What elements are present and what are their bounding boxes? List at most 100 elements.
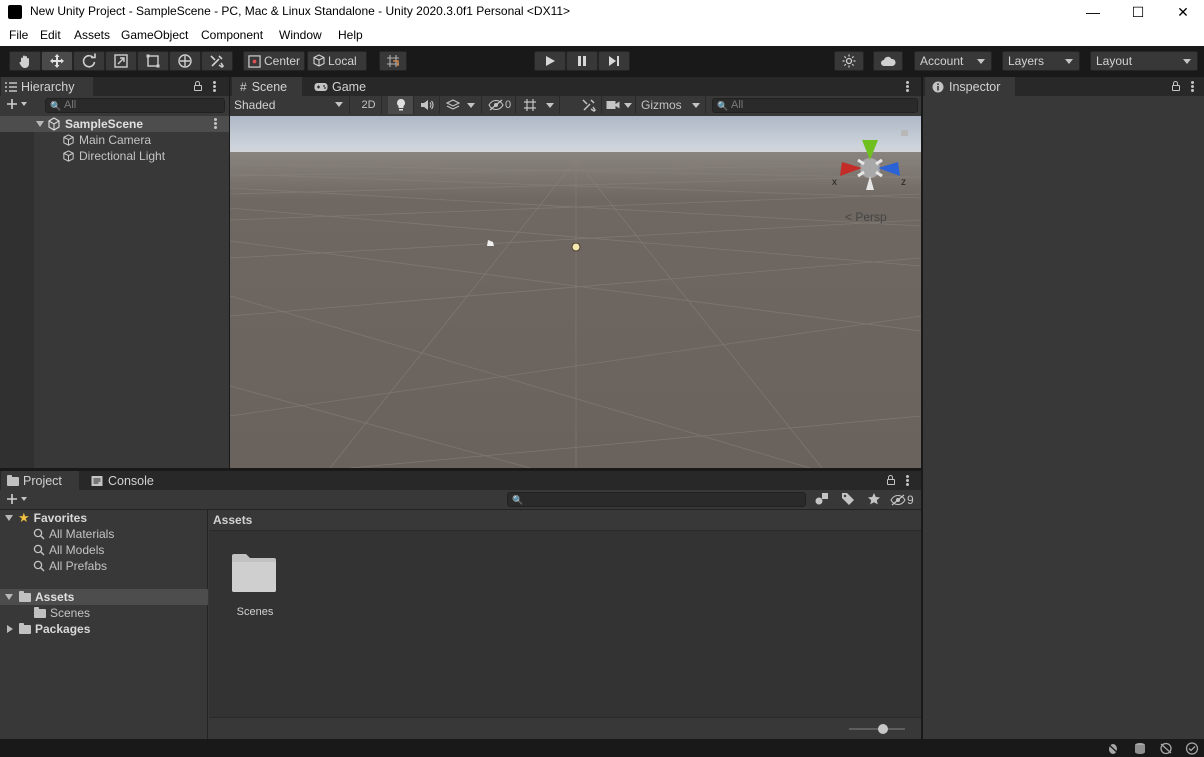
expand-arrow-icon[interactable] xyxy=(36,121,44,127)
scene-search-input[interactable]: 🔍 All xyxy=(712,98,918,113)
search-by-type-button[interactable] xyxy=(811,491,833,508)
breadcrumb[interactable]: Assets xyxy=(213,513,252,527)
tab-project[interactable]: Project xyxy=(1,471,79,490)
axis-z-label: z xyxy=(901,177,906,188)
rotate-tool-button[interactable] xyxy=(73,51,105,71)
kebab-menu-icon[interactable] xyxy=(213,81,216,92)
assets-root-row[interactable]: Assets xyxy=(0,589,208,605)
hand-tool-button[interactable] xyxy=(9,51,41,71)
transform-tool-button[interactable] xyxy=(169,51,201,71)
hierarchy-create-button[interactable] xyxy=(6,97,36,114)
menu-help[interactable]: Help xyxy=(338,28,363,42)
scene-row[interactable]: SampleScene xyxy=(0,116,229,132)
project-create-button[interactable] xyxy=(6,492,36,508)
menu-window[interactable]: Window xyxy=(279,28,322,42)
menu-file[interactable]: File xyxy=(9,28,28,42)
network-icon[interactable] xyxy=(1159,742,1173,755)
folder-scenes-row[interactable]: Scenes xyxy=(0,605,208,621)
scene-kebab-icon[interactable] xyxy=(906,81,909,92)
effects-dropdown[interactable] xyxy=(440,96,482,114)
pivot-center-button[interactable]: Center xyxy=(243,51,305,71)
tab-game[interactable]: Game xyxy=(308,77,374,96)
custom-tool-button[interactable] xyxy=(201,51,233,71)
check-circle-icon[interactable] xyxy=(1185,742,1199,755)
toggle-2d-button[interactable]: 2D xyxy=(356,96,382,114)
packages-row[interactable]: Packages xyxy=(0,621,208,637)
search-icon xyxy=(33,528,45,540)
scale-icon xyxy=(114,54,128,68)
maximize-icon: ☐ xyxy=(1131,3,1145,20)
expand-arrow-icon[interactable] xyxy=(5,594,13,600)
space-local-button[interactable]: Local xyxy=(307,51,367,71)
hierarchy-item-directional-light[interactable]: Directional Light xyxy=(0,148,229,164)
lock-icon[interactable] xyxy=(194,81,202,91)
bug-icon[interactable] xyxy=(1106,742,1120,755)
scene-viewport[interactable]: x z < Persp xyxy=(230,116,921,468)
move-tool-button[interactable] xyxy=(41,51,73,71)
kebab-menu-icon[interactable] xyxy=(906,475,909,486)
scene-name: SampleScene xyxy=(65,117,144,131)
account-dropdown[interactable]: Account xyxy=(914,51,992,71)
collapsed-arrow-icon[interactable] xyxy=(7,625,13,633)
rect-tool-button[interactable] xyxy=(137,51,169,71)
lighting-toggle[interactable] xyxy=(388,96,414,114)
hierarchy-search-placeholder: All xyxy=(64,99,77,111)
favorite-item[interactable]: All Materials xyxy=(0,526,208,542)
scene-visibility-toggle[interactable]: 0 xyxy=(484,96,516,114)
hierarchy-search-input[interactable]: 🔍 All xyxy=(45,98,225,113)
eye-hidden-icon xyxy=(488,99,504,111)
search-icon: 🔍 xyxy=(717,101,729,111)
inspector-panel xyxy=(923,77,1204,739)
audio-toggle[interactable] xyxy=(414,96,440,114)
folder-icon xyxy=(19,622,35,634)
menu-component[interactable]: Component xyxy=(201,28,263,42)
search-by-label-button[interactable] xyxy=(837,491,859,508)
favorite-item[interactable]: All Prefabs xyxy=(0,558,208,574)
scene-tab-label: Scene xyxy=(251,79,288,94)
menu-assets[interactable]: Assets xyxy=(74,28,110,42)
favorite-search-button[interactable] xyxy=(863,491,885,508)
menu-gameobject[interactable]: GameObject xyxy=(121,28,188,42)
kebab-menu-icon[interactable] xyxy=(1191,81,1194,92)
layout-dropdown[interactable]: Layout xyxy=(1090,51,1198,71)
maximize-button[interactable]: ☐ xyxy=(1115,0,1161,24)
cloud-button[interactable] xyxy=(873,51,903,71)
collab-button[interactable] xyxy=(834,51,864,71)
shading-mode-dropdown[interactable]: Shaded xyxy=(230,96,350,114)
expand-arrow-icon[interactable] xyxy=(5,515,13,521)
minimize-button[interactable]: — xyxy=(1070,0,1116,24)
close-button[interactable]: ✕ xyxy=(1160,0,1204,24)
favorites-row[interactable]: ★ Favorites xyxy=(0,510,208,526)
zoom-slider-thumb[interactable] xyxy=(877,724,888,734)
lock-icon[interactable] xyxy=(1172,81,1180,91)
scene-tools-button[interactable] xyxy=(576,96,602,114)
camera-dropdown[interactable] xyxy=(604,96,636,114)
grid-snap-button[interactable] xyxy=(379,51,407,71)
tab-hierarchy[interactable]: Hierarchy xyxy=(1,77,93,96)
projection-label[interactable]: < Persp xyxy=(845,210,887,224)
project-search-input[interactable]: 🔍 xyxy=(507,492,806,507)
tab-inspector[interactable]: Inspector xyxy=(925,77,1015,96)
chevron-down-icon xyxy=(545,103,554,108)
tab-scene[interactable]: # Scene xyxy=(232,77,302,96)
search-icon: 🔍 xyxy=(50,101,62,111)
layout-label: Layout xyxy=(1096,54,1133,68)
pause-icon xyxy=(578,56,586,66)
scale-tool-button[interactable] xyxy=(105,51,137,71)
pause-button[interactable] xyxy=(566,51,598,71)
tab-console[interactable]: Console xyxy=(86,471,166,490)
light-gizmo-icon[interactable] xyxy=(571,242,581,252)
lock-icon[interactable] xyxy=(887,475,895,485)
grid-toggle-dropdown[interactable] xyxy=(518,96,560,114)
scene-kebab-icon[interactable] xyxy=(214,118,217,129)
hidden-packages-toggle[interactable]: 9 xyxy=(890,491,920,508)
hierarchy-item-main-camera[interactable]: Main Camera xyxy=(0,132,229,148)
grid-folder-scenes[interactable] xyxy=(228,550,284,598)
gizmos-dropdown[interactable]: Gizmos xyxy=(638,96,706,114)
favorite-item[interactable]: All Models xyxy=(0,542,208,558)
database-icon[interactable] xyxy=(1133,742,1147,755)
layers-dropdown[interactable]: Layers xyxy=(1002,51,1080,71)
menu-edit[interactable]: Edit xyxy=(40,28,61,42)
step-button[interactable] xyxy=(598,51,630,71)
play-button[interactable] xyxy=(534,51,566,71)
